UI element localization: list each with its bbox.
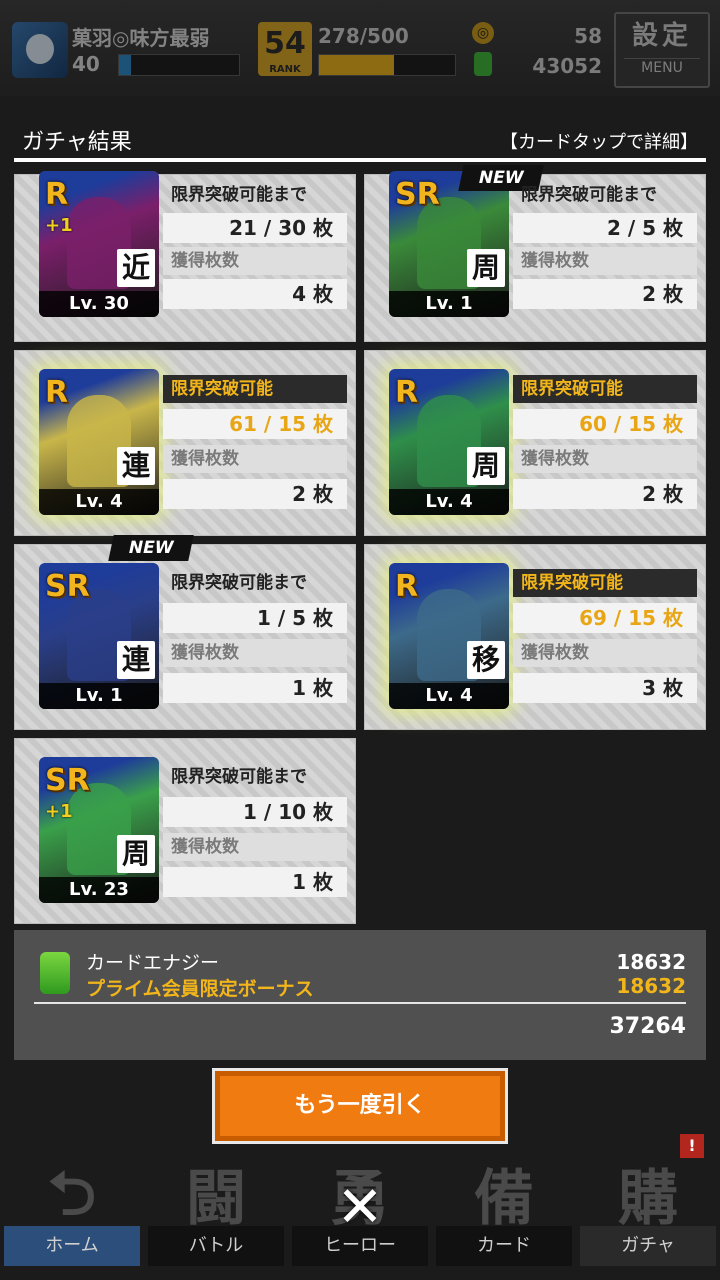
card-level: Lv. 4: [389, 683, 509, 709]
nav-home[interactable]: ⮌ ホーム: [0, 1144, 144, 1280]
acquired-count: 1 枚: [163, 673, 347, 703]
rarity-label: SR: [45, 763, 90, 798]
card-type: 連: [117, 447, 155, 485]
card-type: 連: [117, 641, 155, 679]
limit-break-status: 限界突破可能: [513, 569, 697, 597]
card-energy-icon: [40, 952, 70, 994]
close-icon[interactable]: ✕: [330, 1178, 390, 1238]
gacha-result-card[interactable]: R 移 Lv. 4 限界突破可能 69 / 15 枚 獲得枚数 3 枚: [364, 544, 706, 730]
gacha-result-card[interactable]: SR 連 Lv. 1 NEW 限界突破可能まで 1 / 5 枚 獲得枚数 1 枚: [14, 535, 356, 730]
card-art[interactable]: R 周 Lv. 4: [389, 369, 509, 515]
panel-title: ガチャ結果: [22, 130, 132, 155]
card-info: 限界突破可能まで 21 / 30 枚 獲得枚数 4 枚: [163, 181, 347, 309]
gacha-result-card[interactable]: R 周 Lv. 4 限界突破可能 60 / 15 枚 獲得枚数 2 枚: [364, 350, 706, 536]
acquired-label: 獲得枚数: [163, 639, 347, 667]
acquired-count: 2 枚: [163, 479, 347, 509]
card-art[interactable]: SR 周 Lv. 1: [389, 171, 509, 317]
nav-gacha[interactable]: 購 ガチャ: [576, 1144, 720, 1280]
card-type: 近: [117, 249, 155, 287]
limit-break-status: 限界突破可能: [513, 375, 697, 403]
title-divider: [14, 158, 706, 162]
rarity-label: R: [395, 375, 419, 410]
card-info: 限界突破可能 69 / 15 枚 獲得枚数 3 枚: [513, 569, 697, 703]
nav-card[interactable]: 備 カード: [432, 1144, 576, 1280]
card-art[interactable]: R +1 近 Lv. 30: [39, 171, 159, 317]
limit-break-status: 限界突破可能まで: [521, 185, 657, 205]
plus-label: +1: [45, 801, 73, 822]
limit-break-progress: 2 / 5 枚: [513, 213, 697, 243]
acquired-count: 3 枚: [513, 673, 697, 703]
rarity-label: R: [45, 177, 69, 212]
card-level: Lv. 4: [39, 489, 159, 515]
limit-break-status: 限界突破可能: [163, 375, 347, 403]
card-level: Lv. 23: [39, 877, 159, 903]
limit-break-progress: 21 / 30 枚: [163, 213, 347, 243]
acquired-label: 獲得枚数: [513, 445, 697, 473]
acquired-label: 獲得枚数: [513, 247, 697, 275]
card-info: 限界突破可能 60 / 15 枚 獲得枚数 2 枚: [513, 375, 697, 509]
rarity-label: R: [45, 375, 69, 410]
card-energy-label: カードエナジー: [86, 952, 220, 974]
card-level: Lv. 30: [39, 291, 159, 317]
card-level: Lv. 1: [389, 291, 509, 317]
card-info: 限界突破可能 61 / 15 枚 獲得枚数 2 枚: [163, 375, 347, 509]
card-type: 周: [467, 447, 505, 485]
card-info: 限界突破可能まで 1 / 5 枚 獲得枚数 1 枚: [163, 569, 347, 703]
card-energy-value: 18632: [616, 950, 686, 974]
card-icon: 備: [474, 1164, 534, 1234]
gacha-result-card[interactable]: SR 周 Lv. 1 NEW 限界突破可能まで 2 / 5 枚 獲得枚数 2 枚: [364, 165, 706, 342]
nav-label: カード: [436, 1226, 572, 1266]
card-art[interactable]: R 移 Lv. 4: [389, 563, 509, 709]
limit-break-progress: 1 / 10 枚: [163, 797, 347, 827]
draw-again-button[interactable]: もう一度引く: [212, 1068, 508, 1144]
gacha-result-card[interactable]: R +1 近 Lv. 30 限界突破可能まで 21 / 30 枚 獲得枚数 4 …: [14, 171, 356, 342]
new-tag: NEW: [108, 535, 194, 561]
card-info: 限界突破可能まで 2 / 5 枚 獲得枚数 2 枚: [513, 181, 697, 309]
acquired-label: 獲得枚数: [163, 833, 347, 861]
acquired-count: 1 枚: [163, 867, 347, 897]
notification-badge: !: [680, 1134, 704, 1158]
card-level: Lv. 4: [389, 489, 509, 515]
energy-total: 37264: [609, 1014, 686, 1039]
card-type: 移: [467, 641, 505, 679]
prime-bonus-value: 18632: [616, 974, 686, 998]
limit-break-progress: 69 / 15 枚: [513, 603, 697, 633]
nav-battle[interactable]: 闘 バトル: [144, 1144, 288, 1280]
card-type: 周: [117, 835, 155, 873]
card-art[interactable]: SR 連 Lv. 1: [39, 563, 159, 709]
acquired-label: 獲得枚数: [163, 247, 347, 275]
card-type: 周: [467, 249, 505, 287]
acquired-count: 2 枚: [513, 479, 697, 509]
card-art[interactable]: SR +1 周 Lv. 23: [39, 757, 159, 903]
rarity-label: SR: [45, 569, 90, 604]
panel-hint: 【カードタップで詳細】: [500, 132, 698, 153]
nav-label: ホーム: [4, 1226, 140, 1266]
rarity-label: R: [395, 569, 419, 604]
limit-break-status: 限界突破可能まで: [171, 185, 307, 205]
nav-label: ガチャ: [580, 1226, 716, 1266]
battle-icon: 闘: [186, 1164, 246, 1234]
limit-break-status: 限界突破可能まで: [171, 573, 307, 593]
gacha-icon: 購: [618, 1164, 678, 1234]
acquired-count: 4 枚: [163, 279, 347, 309]
energy-summary: カードエナジー プライム会員限定ボーナス 18632 18632 37264: [14, 930, 706, 1060]
limit-break-status: 限界突破可能まで: [171, 767, 307, 787]
rarity-label: SR: [395, 177, 440, 212]
card-info: 限界突破可能まで 1 / 10 枚 獲得枚数 1 枚: [163, 763, 347, 897]
limit-break-progress: 61 / 15 枚: [163, 409, 347, 439]
summary-divider: [34, 1002, 686, 1004]
acquired-count: 2 枚: [513, 279, 697, 309]
nav-label: バトル: [148, 1226, 284, 1266]
card-level: Lv. 1: [39, 683, 159, 709]
prime-bonus-label: プライム会員限定ボーナス: [86, 978, 314, 1000]
acquired-label: 獲得枚数: [163, 445, 347, 473]
gacha-result-card[interactable]: R 連 Lv. 4 限界突破可能 61 / 15 枚 獲得枚数 2 枚: [14, 350, 356, 536]
acquired-label: 獲得枚数: [513, 639, 697, 667]
plus-label: +1: [45, 215, 73, 236]
limit-break-progress: 1 / 5 枚: [163, 603, 347, 633]
card-art[interactable]: R 連 Lv. 4: [39, 369, 159, 515]
limit-break-progress: 60 / 15 枚: [513, 409, 697, 439]
gacha-result-card[interactable]: SR +1 周 Lv. 23 限界突破可能まで 1 / 10 枚 獲得枚数 1 …: [14, 738, 356, 924]
